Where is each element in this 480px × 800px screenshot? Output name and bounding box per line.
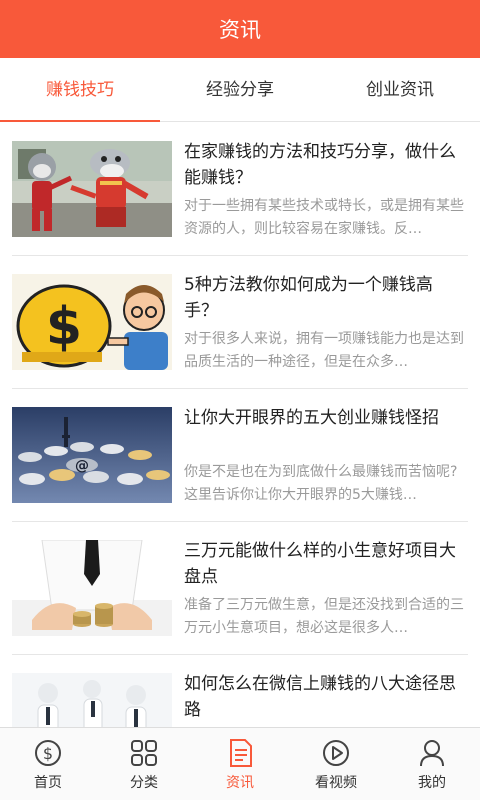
tab-startup-news[interactable]: 创业资讯 [320,58,480,122]
svg-text:$: $ [43,744,53,763]
article-thumbnail: $ [12,274,172,370]
active-tab-indicator [0,120,160,122]
article-item[interactable]: 在家赚钱的方法和技巧分享，做什么能赚钱？ 对于一些拥有某些技术或特长，或是拥有某… [12,123,468,256]
user-icon [420,740,444,767]
article-title: 如何怎么在微信上赚钱的八大途径思路 [184,674,456,720]
article-item[interactable]: 如何怎么在微信上赚钱的八大途径思路 [12,655,468,727]
bottom-navigation: $ 首页 分类 资讯 看视频 我的 [0,727,480,800]
tab-money-tips[interactable]: 赚钱技巧 [0,58,160,122]
nav-label: 资讯 [226,775,254,791]
nav-label: 我的 [418,775,446,791]
dollar-coin-icon: $ [35,740,61,766]
article-thumbnail: @ [12,407,172,503]
app-header: 资讯 [0,0,480,58]
article-summary: 你是不是也在为到底做什么最赚钱而苦恼呢?这里告诉你让你大开眼界的5大赚钱… [184,464,458,503]
article-title: 三万元能做什么样的小生意好项目大盘点 [184,541,456,587]
article-thumbnail [12,673,172,727]
article-list: 在家赚钱的方法和技巧分享，做什么能赚钱？ 对于一些拥有某些技术或特长，或是拥有某… [0,123,480,727]
article-thumbnail [12,141,172,237]
grid-icon [131,740,157,766]
nav-label: 看视频 [315,775,357,791]
nav-home[interactable]: $ 首页 [0,728,96,800]
article-summary: 准备了三万元做生意，但是还没找到合适的三万元小生意项目，想必这是很多人… [184,597,464,636]
article-item[interactable]: $ 5种方法教你如何成为一个赚钱高手？ 对于很多人来说，拥有一项赚钱能力也是达到… [12,256,468,389]
nav-profile[interactable]: 我的 [384,728,480,800]
nav-news[interactable]: 资讯 [192,728,288,800]
nav-category[interactable]: 分类 [96,728,192,800]
page-title: 资讯 [219,18,261,42]
article-title: 5种方法教你如何成为一个赚钱高手？ [184,275,433,321]
tab-experience-sharing[interactable]: 经验分享 [160,58,320,122]
article-item[interactable]: @ 让你大开眼界的五大创业赚钱怪招 你是不是也在为到底做什么最赚钱而苦恼呢?这里… [12,389,468,522]
category-tabs: 赚钱技巧 经验分享 创业资讯 [0,58,480,122]
article-thumbnail [12,540,172,636]
article-item[interactable]: 三万元能做什么样的小生意好项目大盘点 准备了三万元做生意，但是还没找到合适的三万… [12,522,468,655]
article-summary: 对于一些拥有某些技术或特长，或是拥有某些资源的人，则比较容易在家赚钱。反… [184,198,464,237]
article-title: 在家赚钱的方法和技巧分享，做什么能赚钱？ [184,142,456,188]
svg-text:$: $ [46,297,82,357]
nav-label: 首页 [34,775,62,791]
nav-label: 分类 [130,775,158,791]
nav-watch-video[interactable]: 看视频 [288,728,384,800]
svg-text:@: @ [75,458,89,474]
article-title: 让你大开眼界的五大创业赚钱怪招 [184,408,439,428]
play-video-icon [323,740,349,766]
document-icon [230,739,252,767]
article-summary: 对于很多人来说，拥有一项赚钱能力也是达到品质生活的一种途径，但是在众多… [184,331,464,370]
